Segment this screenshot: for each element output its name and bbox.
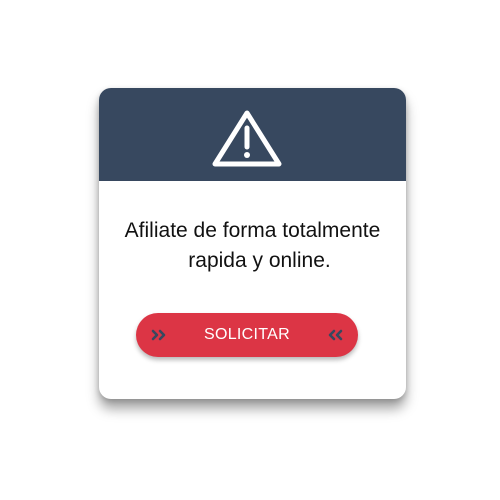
solicitar-button[interactable]: SOLICITAR	[136, 313, 358, 357]
message-text: Afiliate de forma totalmente rapida y on…	[99, 216, 406, 276]
message-line-1: Afiliate de forma totalmente	[124, 219, 381, 242]
warning-triangle-icon	[212, 110, 282, 167]
alert-card: Afiliate de forma totalmente rapida y on…	[99, 88, 406, 399]
card-header	[99, 88, 406, 181]
message-line-2: rapida y online.	[188, 249, 331, 272]
double-chevron-left-icon	[328, 329, 343, 341]
